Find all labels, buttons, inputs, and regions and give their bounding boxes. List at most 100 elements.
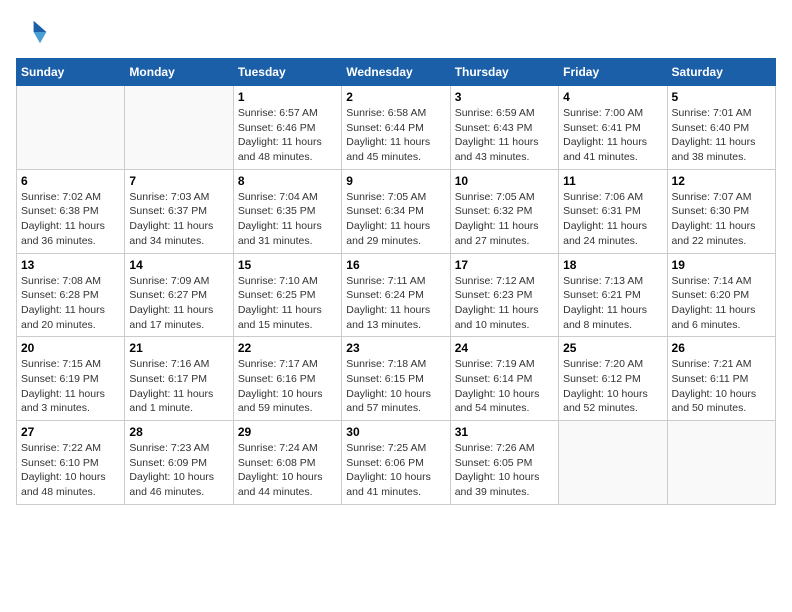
day-number: 5 [672, 90, 771, 104]
day-number: 14 [129, 258, 228, 272]
calendar-cell: 17 Sunrise: 7:12 AM Sunset: 6:23 PM Dayli… [450, 253, 558, 337]
day-number: 17 [455, 258, 554, 272]
calendar-cell: 5 Sunrise: 7:01 AM Sunset: 6:40 PM Daylig… [667, 86, 775, 170]
day-number: 30 [346, 425, 445, 439]
day-number: 8 [238, 174, 337, 188]
calendar-cell: 13Sunrise: 7:08 AM Sunset: 6:28 PM Dayli… [17, 253, 125, 337]
cell-content: Sunrise: 7:18 AM Sunset: 6:15 PM Dayligh… [346, 357, 445, 416]
calendar-cell: 20 Sunrise: 7:15 AM Sunset: 6:19 PM Dayli… [17, 337, 125, 421]
calendar-week-4: 20 Sunrise: 7:15 AM Sunset: 6:19 PM Dayli… [17, 337, 776, 421]
calendar-cell: 16 Sunrise: 7:11 AM Sunset: 6:24 PM Dayli… [342, 253, 450, 337]
day-header-friday: Friday [559, 59, 667, 86]
day-number: 21 [129, 341, 228, 355]
day-header-wednesday: Wednesday [342, 59, 450, 86]
day-number: 19 [672, 258, 771, 272]
calendar-cell: 23 Sunrise: 7:18 AM Sunset: 6:15 PM Dayli… [342, 337, 450, 421]
calendar-cell: 6Sunrise: 7:02 AM Sunset: 6:38 PM Daylig… [17, 169, 125, 253]
day-header-thursday: Thursday [450, 59, 558, 86]
calendar-cell: 21Sunrise: 7:16 AM Sunset: 6:17 PM Dayli… [125, 337, 233, 421]
calendar-cell: 22 Sunrise: 7:17 AM Sunset: 6:16 PM Dayli… [233, 337, 341, 421]
cell-content: Sunrise: 7:01 AM Sunset: 6:40 PM Dayligh… [672, 106, 771, 165]
cell-content: Sunrise: 7:15 AM Sunset: 6:19 PM Dayligh… [21, 357, 120, 416]
calendar-cell: 19 Sunrise: 7:14 AM Sunset: 6:20 PM Dayli… [667, 253, 775, 337]
calendar-cell: 12 Sunrise: 7:07 AM Sunset: 6:30 PM Dayli… [667, 169, 775, 253]
cell-content: Sunrise: 7:21 AM Sunset: 6:11 PM Dayligh… [672, 357, 771, 416]
calendar-cell: 24Sunrise: 7:19 AM Sunset: 6:14 PM Dayli… [450, 337, 558, 421]
day-number: 31 [455, 425, 554, 439]
calendar-cell [125, 86, 233, 170]
calendar-cell: 3 Sunrise: 6:59 AM Sunset: 6:43 PM Daylig… [450, 86, 558, 170]
calendar-cell: 14 Sunrise: 7:09 AM Sunset: 6:27 PM Dayli… [125, 253, 233, 337]
cell-content: Sunrise: 7:14 AM Sunset: 6:20 PM Dayligh… [672, 274, 771, 333]
calendar-cell: 10Sunrise: 7:05 AM Sunset: 6:32 PM Dayli… [450, 169, 558, 253]
day-number: 22 [238, 341, 337, 355]
day-number: 25 [563, 341, 662, 355]
calendar-cell: 15 Sunrise: 7:10 AM Sunset: 6:25 PM Dayli… [233, 253, 341, 337]
day-number: 7 [129, 174, 228, 188]
day-header-monday: Monday [125, 59, 233, 86]
day-number: 13 [21, 258, 120, 272]
page-header [16, 16, 776, 48]
day-number: 11 [563, 174, 662, 188]
calendar-cell: 11 Sunrise: 7:06 AM Sunset: 6:31 PM Dayli… [559, 169, 667, 253]
calendar-cell: 8 Sunrise: 7:04 AM Sunset: 6:35 PM Daylig… [233, 169, 341, 253]
calendar-cell: 27Sunrise: 7:22 AM Sunset: 6:10 PM Dayli… [17, 421, 125, 505]
cell-content: Sunrise: 7:06 AM Sunset: 6:31 PM Dayligh… [563, 190, 662, 249]
logo [16, 16, 52, 48]
cell-content: Sunrise: 7:13 AM Sunset: 6:21 PM Dayligh… [563, 274, 662, 333]
calendar-cell [17, 86, 125, 170]
cell-content: Sunrise: 7:05 AM Sunset: 6:34 PM Dayligh… [346, 190, 445, 249]
day-number: 27 [21, 425, 120, 439]
cell-content: Sunrise: 7:25 AM Sunset: 6:06 PM Dayligh… [346, 441, 445, 500]
cell-content: Sunrise: 7:00 AM Sunset: 6:41 PM Dayligh… [563, 106, 662, 165]
calendar-cell: 7 Sunrise: 7:03 AM Sunset: 6:37 PM Daylig… [125, 169, 233, 253]
cell-content: Sunrise: 7:20 AM Sunset: 6:12 PM Dayligh… [563, 357, 662, 416]
day-header-sunday: Sunday [17, 59, 125, 86]
day-number: 16 [346, 258, 445, 272]
calendar-cell [667, 421, 775, 505]
logo-icon [16, 16, 48, 48]
cell-content: Sunrise: 7:12 AM Sunset: 6:23 PM Dayligh… [455, 274, 554, 333]
day-number: 12 [672, 174, 771, 188]
day-number: 29 [238, 425, 337, 439]
cell-content: Sunrise: 6:58 AM Sunset: 6:44 PM Dayligh… [346, 106, 445, 165]
day-number: 18 [563, 258, 662, 272]
calendar-cell: 30 Sunrise: 7:25 AM Sunset: 6:06 PM Dayli… [342, 421, 450, 505]
calendar-cell: 31 Sunrise: 7:26 AM Sunset: 6:05 PM Dayli… [450, 421, 558, 505]
day-number: 10 [455, 174, 554, 188]
calendar-cell: 25 Sunrise: 7:20 AM Sunset: 6:12 PM Dayli… [559, 337, 667, 421]
calendar-week-5: 27Sunrise: 7:22 AM Sunset: 6:10 PM Dayli… [17, 421, 776, 505]
cell-content: Sunrise: 7:26 AM Sunset: 6:05 PM Dayligh… [455, 441, 554, 500]
day-number: 6 [21, 174, 120, 188]
calendar-cell: 1 Sunrise: 6:57 AM Sunset: 6:46 PM Daylig… [233, 86, 341, 170]
calendar-cell: 28Sunrise: 7:23 AM Sunset: 6:09 PM Dayli… [125, 421, 233, 505]
calendar-week-2: 6Sunrise: 7:02 AM Sunset: 6:38 PM Daylig… [17, 169, 776, 253]
day-number: 20 [21, 341, 120, 355]
cell-content: Sunrise: 7:10 AM Sunset: 6:25 PM Dayligh… [238, 274, 337, 333]
cell-content: Sunrise: 7:24 AM Sunset: 6:08 PM Dayligh… [238, 441, 337, 500]
calendar-week-1: 1 Sunrise: 6:57 AM Sunset: 6:46 PM Daylig… [17, 86, 776, 170]
day-number: 23 [346, 341, 445, 355]
day-number: 28 [129, 425, 228, 439]
cell-content: Sunrise: 7:11 AM Sunset: 6:24 PM Dayligh… [346, 274, 445, 333]
cell-content: Sunrise: 7:03 AM Sunset: 6:37 PM Dayligh… [129, 190, 228, 249]
day-number: 2 [346, 90, 445, 104]
calendar-cell: 2 Sunrise: 6:58 AM Sunset: 6:44 PM Daylig… [342, 86, 450, 170]
cell-content: Sunrise: 6:57 AM Sunset: 6:46 PM Dayligh… [238, 106, 337, 165]
cell-content: Sunrise: 7:17 AM Sunset: 6:16 PM Dayligh… [238, 357, 337, 416]
day-number: 15 [238, 258, 337, 272]
cell-content: Sunrise: 7:07 AM Sunset: 6:30 PM Dayligh… [672, 190, 771, 249]
cell-content: Sunrise: 6:59 AM Sunset: 6:43 PM Dayligh… [455, 106, 554, 165]
day-number: 26 [672, 341, 771, 355]
calendar-cell: 18 Sunrise: 7:13 AM Sunset: 6:21 PM Dayli… [559, 253, 667, 337]
day-header-tuesday: Tuesday [233, 59, 341, 86]
day-header-saturday: Saturday [667, 59, 775, 86]
calendar-table: SundayMondayTuesdayWednesdayThursdayFrid… [16, 58, 776, 505]
cell-content: Sunrise: 7:09 AM Sunset: 6:27 PM Dayligh… [129, 274, 228, 333]
calendar-cell: 29 Sunrise: 7:24 AM Sunset: 6:08 PM Dayli… [233, 421, 341, 505]
cell-content: Sunrise: 7:04 AM Sunset: 6:35 PM Dayligh… [238, 190, 337, 249]
cell-content: Sunrise: 7:19 AM Sunset: 6:14 PM Dayligh… [455, 357, 554, 416]
day-number: 3 [455, 90, 554, 104]
calendar-header-row: SundayMondayTuesdayWednesdayThursdayFrid… [17, 59, 776, 86]
day-number: 1 [238, 90, 337, 104]
